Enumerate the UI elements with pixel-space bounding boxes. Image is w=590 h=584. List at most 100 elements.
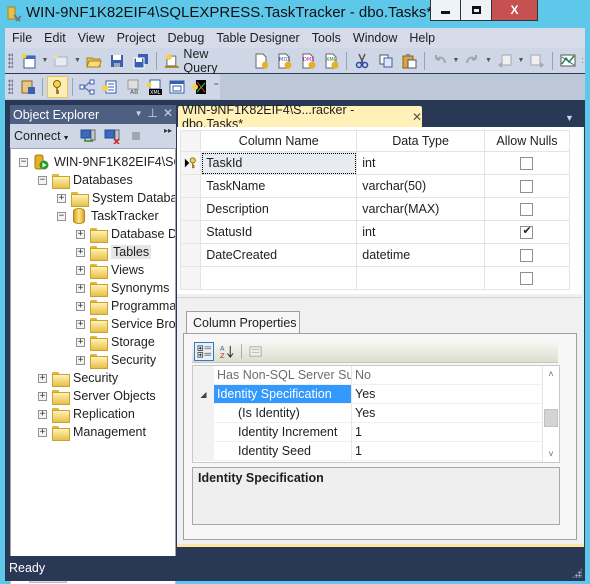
database-engine-query-button[interactable] xyxy=(250,50,272,72)
property-value[interactable]: 1 xyxy=(352,442,545,461)
tree-node[interactable]: − TaskTracker xyxy=(57,207,159,225)
new-project-dropdown[interactable]: ▼ xyxy=(42,57,49,64)
column-row[interactable]: StatusId int xyxy=(179,220,571,244)
allow-nulls-checkbox[interactable] xyxy=(520,249,534,263)
tree-node[interactable]: + Database D xyxy=(76,225,175,243)
column-row[interactable]: Description varchar(MAX) xyxy=(179,197,571,221)
toolbar-overflow[interactable]: ⁚ xyxy=(582,57,584,65)
expand-icon[interactable]: + xyxy=(57,193,66,203)
undo-dropdown[interactable]: ▼ xyxy=(452,57,459,64)
collapse-icon[interactable]: − xyxy=(38,175,47,185)
property-value[interactable]: Yes xyxy=(352,404,545,423)
save-all-button[interactable] xyxy=(130,50,152,72)
tree-node[interactable]: + Management xyxy=(38,423,146,441)
manage-check-constraints-button[interactable] xyxy=(167,76,188,98)
minimize-button[interactable] xyxy=(430,0,460,21)
navigate-backward-button[interactable] xyxy=(494,50,516,72)
property-row[interactable]: Identity Increment 1 xyxy=(193,423,545,442)
tree-node[interactable]: + Views xyxy=(76,261,144,279)
close-button[interactable]: X xyxy=(491,0,538,21)
property-row[interactable]: ◢ Identity Specification Yes xyxy=(193,385,545,404)
data-type-cell[interactable]: varchar(MAX) xyxy=(356,197,485,221)
navigate-backward-dropdown[interactable]: ▼ xyxy=(518,57,525,64)
column-name-cell[interactable]: TaskId xyxy=(200,151,358,175)
activity-monitor-button[interactable] xyxy=(557,50,579,72)
property-value[interactable]: 1 xyxy=(352,423,545,442)
xmla-query-button[interactable]: XML xyxy=(321,50,343,72)
property-value[interactable]: No xyxy=(352,366,545,385)
document-tab-tasks[interactable]: WIN-9NF1K82EIF4\S...racker - dbo.Tasks* … xyxy=(178,103,422,131)
relationships-button[interactable] xyxy=(77,76,98,98)
tree-node[interactable]: + Synonyms xyxy=(76,279,169,297)
tree-node[interactable]: + Server Objects xyxy=(38,387,156,405)
toolbar-grip[interactable] xyxy=(8,53,13,68)
disconnect-button[interactable] xyxy=(101,125,123,147)
save-button[interactable] xyxy=(107,50,129,72)
tree-node[interactable]: + Security xyxy=(38,369,118,387)
expand-icon[interactable]: + xyxy=(38,373,47,383)
allow-nulls-checkbox[interactable] xyxy=(520,224,534,240)
connect-object-explorer-button[interactable] xyxy=(77,125,99,147)
tree-node[interactable]: + Programma xyxy=(76,297,175,315)
tree-node[interactable]: + Replication xyxy=(38,405,135,423)
tree-node[interactable]: + Security xyxy=(76,351,156,369)
menu-table-designer[interactable]: Table Designer xyxy=(210,31,305,45)
navigate-forward-button[interactable] xyxy=(526,50,548,72)
menu-tools[interactable]: Tools xyxy=(306,31,347,45)
column-name-cell[interactable] xyxy=(200,266,358,290)
toolbar-overflow[interactable]: ▸▸ xyxy=(164,126,172,135)
data-type-cell[interactable]: varchar(50) xyxy=(356,174,485,198)
collapse-icon[interactable]: ◢ xyxy=(193,385,214,404)
property-row[interactable]: (Is Identity) Yes xyxy=(193,404,545,423)
menu-edit[interactable]: Edit xyxy=(38,31,72,45)
new-project-button[interactable] xyxy=(18,50,40,72)
manage-fulltext-button[interactable]: AB xyxy=(122,76,143,98)
expand-icon[interactable]: + xyxy=(76,319,85,329)
stop-button[interactable] xyxy=(125,125,147,147)
alphabetical-button[interactable]: AZ xyxy=(216,342,236,361)
column-row[interactable]: DateCreated datetime xyxy=(179,243,571,267)
menu-help[interactable]: Help xyxy=(403,31,441,45)
menu-view[interactable]: View xyxy=(72,31,111,45)
expand-icon[interactable]: + xyxy=(76,265,85,275)
close-icon[interactable]: ✕ xyxy=(163,106,173,122)
expand-icon[interactable]: + xyxy=(76,247,85,257)
column-name-cell[interactable]: TaskName xyxy=(200,174,358,198)
collapse-icon[interactable]: − xyxy=(57,211,66,221)
property-value[interactable]: Yes xyxy=(352,385,545,404)
row-selector[interactable] xyxy=(179,243,202,267)
data-type-header[interactable]: Data Type xyxy=(356,130,485,152)
active-files-dropdown-icon[interactable]: ▼ xyxy=(565,113,574,123)
data-type-cell[interactable]: int xyxy=(356,151,485,175)
expand-icon[interactable]: + xyxy=(38,409,47,419)
row-selector[interactable] xyxy=(179,266,202,290)
column-name-cell[interactable]: Description xyxy=(200,197,358,221)
expand-icon[interactable]: + xyxy=(76,283,85,293)
expand-icon[interactable]: + xyxy=(38,427,47,437)
row-selector[interactable] xyxy=(179,197,202,221)
data-type-cell[interactable] xyxy=(356,266,485,290)
column-row[interactable]: TaskId int xyxy=(179,151,571,175)
resize-grip[interactable] xyxy=(572,568,582,578)
undo-button[interactable] xyxy=(429,50,451,72)
add-item-button[interactable] xyxy=(50,50,72,72)
designer-splitter[interactable] xyxy=(177,297,582,301)
menu-file[interactable]: File xyxy=(5,31,38,45)
manage-spatial-indexes-button[interactable] xyxy=(189,76,210,98)
tree-node[interactable]: − WIN-9NF1K82EIF4\SQ xyxy=(19,153,175,171)
tree-node[interactable]: − Databases xyxy=(38,171,133,189)
generate-change-script-button[interactable] xyxy=(18,76,39,98)
tree-node[interactable]: + System Databa xyxy=(57,189,175,207)
allow-nulls-checkbox[interactable] xyxy=(520,272,534,286)
redo-button[interactable] xyxy=(461,50,483,72)
new-query-button[interactable]: New Query xyxy=(160,47,249,75)
menu-window[interactable]: Window xyxy=(347,31,403,45)
redo-dropdown[interactable]: ▼ xyxy=(485,57,492,64)
tree-node[interactable]: + Tables xyxy=(76,243,152,261)
toolbar-overflow[interactable]: ⁼ xyxy=(214,81,219,92)
column-row[interactable] xyxy=(179,266,571,290)
connect-button[interactable]: Connect ▼ xyxy=(14,129,70,143)
add-item-dropdown[interactable]: ▼ xyxy=(74,57,81,64)
pin-icon[interactable]: ⊥ xyxy=(147,106,157,122)
column-name-cell[interactable]: StatusId xyxy=(200,220,358,244)
